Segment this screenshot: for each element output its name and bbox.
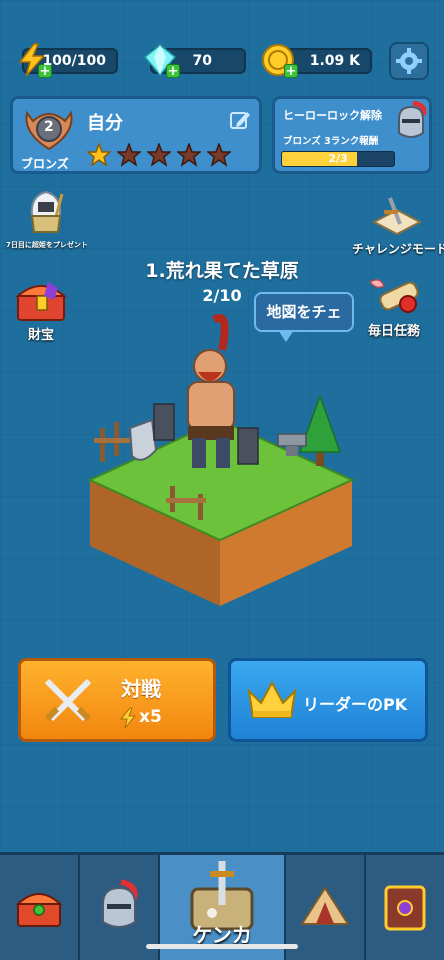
star-empty-icon [147,143,171,167]
settings-button[interactable] [389,42,429,80]
hero-gift-icon [30,190,64,233]
home-indicator [146,944,298,949]
daily-task-label: 毎日任務 [368,324,421,339]
player-name: 自分 [87,113,123,134]
stage-island-scene[interactable] [80,310,360,610]
nav-camp[interactable] [286,855,367,960]
crown-icon [247,680,297,718]
crossed-swords-icon [44,678,92,722]
hero-unlock-card[interactable]: ヒーローロック解除 ブロンズ 3ランク報酬 2/3 [272,96,432,174]
rank-level: 2 [44,119,54,135]
energy-counter[interactable]: + 100/100 [18,43,118,78]
knight-helmet-icon [101,878,138,928]
leader-pk-label: リーダーのPK [303,695,408,714]
star-empty-icon [177,143,201,167]
add-gems-icon[interactable]: + [166,64,180,78]
challenge-label: チャレンジモード [352,242,444,256]
rank-stars [87,143,231,167]
treasure-label: 財宝 [28,328,55,343]
pine-tree-icon [298,393,342,466]
leader-pk-button[interactable]: リーダーのPK [228,658,428,742]
star-empty-icon [117,143,141,167]
stage-progress: 2/10 [202,286,242,305]
knight-helmet-icon [398,101,427,138]
gems-value: 70 [192,53,212,69]
shield-icon [128,418,158,461]
energy-value: 100/100 [42,53,106,69]
challenge-map-icon [371,197,423,236]
star-empty-icon [207,143,231,167]
spellbook-icon [384,885,426,930]
energy-cost-icon [119,707,137,729]
fence-icon [94,422,130,462]
rank-label: ブロンズ [21,157,69,171]
stage-title: 1.荒れ果てた草原 [145,260,299,282]
coins-counter[interactable]: + 1.09 K [262,44,372,78]
unlock-subtitle: ブロンズ 3ランク報酬 [283,136,379,147]
challenge-mode-item[interactable]: チャレンジモード [352,196,444,258]
star-filled-icon [87,143,111,167]
gear-icon [396,48,422,74]
gift-menu-item[interactable]: 7日目に超姫をプレゼント [6,188,88,252]
battle-cost: x5 [139,707,162,727]
coins-value: 1.09 K [309,53,360,69]
unlock-progress-bar: 2/3 [281,151,395,167]
battle-button[interactable]: 対戦 x5 [18,658,216,742]
tent-icon [300,885,351,925]
add-coins-icon[interactable]: + [284,64,298,78]
unlock-title: ヒーローロック解除 [283,109,382,122]
gems-counter[interactable]: + 70 [143,44,246,78]
unlock-progress-text: 2/3 [328,152,348,165]
shop-chest-icon [15,892,63,927]
gift-label: 7日目に超姫をプレゼント [6,241,88,249]
nav-book[interactable] [366,855,444,960]
nav-shop[interactable] [0,855,80,960]
player-profile-card[interactable]: 2 ブロンズ 自分 [10,96,262,174]
edit-icon[interactable] [229,109,251,131]
battle-label: 対戦 [121,677,161,701]
